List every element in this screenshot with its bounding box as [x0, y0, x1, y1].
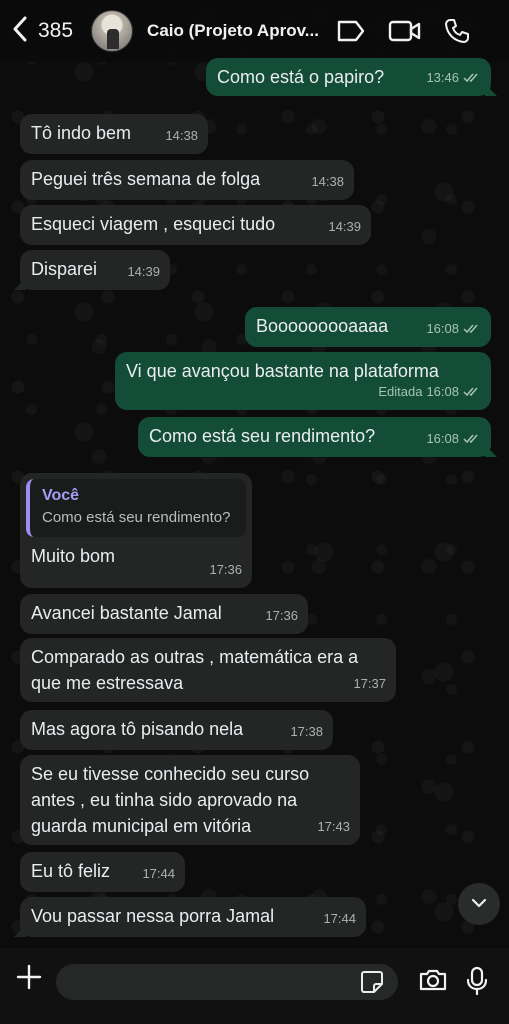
message-meta: 16:08	[426, 316, 481, 342]
message-time: 17:37	[353, 676, 386, 691]
message-meta: 17:44	[142, 861, 175, 887]
microphone-icon[interactable]	[466, 966, 488, 996]
chevron-down-icon	[471, 895, 487, 913]
message-bubble-outgoing[interactable]: Como está seu rendimento? 16:08	[138, 417, 491, 457]
message-bubble-incoming[interactable]: Eu tô feliz 17:44	[20, 852, 185, 892]
message-text: Comparado as outras , matemática era a q…	[31, 647, 359, 693]
double-check-icon	[463, 73, 481, 83]
message-input[interactable]	[56, 964, 398, 1000]
message-meta: 17:36	[209, 557, 242, 583]
edited-label: Editada	[378, 384, 423, 399]
message-time: 14:39	[127, 264, 160, 279]
message-text: Esqueci viagem , esqueci tudo	[31, 214, 276, 234]
quote-author: Você	[42, 487, 80, 504]
video-camera-icon[interactable]	[388, 19, 422, 43]
message-meta: 16:08	[426, 426, 481, 452]
double-check-icon	[463, 434, 481, 444]
message-text: Como está o papiro?	[217, 67, 385, 87]
message-meta: 13:46	[426, 65, 481, 91]
message-text: Como está seu rendimento?	[149, 426, 376, 446]
scroll-to-bottom-button[interactable]	[458, 883, 500, 925]
message-bubble-outgoing[interactable]: Como está o papiro? 13:46	[206, 58, 491, 96]
message-bubble-incoming[interactable]: Se eu tivesse conhecido seu curso antes …	[20, 755, 360, 845]
message-meta: 17:38	[290, 719, 323, 745]
message-meta: 14:39	[328, 214, 361, 240]
message-composer	[0, 948, 509, 1024]
message-meta: 14:38	[311, 169, 344, 195]
unread-count: 385	[38, 19, 74, 42]
message-text: Eu tô feliz	[31, 861, 111, 881]
message-time: 17:36	[209, 562, 242, 577]
message-time: 14:38	[165, 128, 198, 143]
message-meta: 17:43	[317, 814, 350, 840]
message-meta: 17:37	[353, 671, 386, 697]
back-button[interactable]: 385	[12, 11, 73, 51]
message-time: 16:08	[426, 384, 459, 399]
message-text: Avancei bastante Jamal	[31, 603, 222, 623]
message-bubble-outgoing[interactable]: Vi que avançou bastante na plataforma Ed…	[115, 352, 491, 410]
message-time: 17:38	[290, 724, 323, 739]
message-bubble-incoming[interactable]: Vou passar nessa porra Jamal 17:44	[20, 897, 366, 937]
contact-name[interactable]: Caio (Projeto Aprov...	[147, 21, 322, 41]
label-tag-icon[interactable]	[336, 19, 366, 43]
message-meta: 17:36	[265, 603, 298, 629]
message-bubble-incoming[interactable]: Peguei três semana de folga 14:38	[20, 160, 354, 200]
message-meta: 17:44	[323, 906, 356, 932]
quote-text: Como está seu rendimento?	[42, 509, 231, 526]
message-bubble-outgoing[interactable]: Booooooooaaaa 16:08	[245, 307, 491, 347]
message-time: 17:36	[265, 608, 298, 623]
avatar[interactable]	[91, 10, 134, 52]
double-check-icon	[463, 324, 481, 334]
chevron-left-icon	[12, 16, 28, 47]
sticker-icon[interactable]	[360, 970, 384, 994]
message-bubble-incoming[interactable]: Avancei bastante Jamal 17:36	[20, 594, 308, 634]
double-check-icon	[463, 387, 481, 397]
message-text: Tô indo bem	[31, 123, 132, 143]
message-time: 17:43	[317, 819, 350, 834]
message-bubble-incoming-reply[interactable]: Você Como está seu rendimento? Muito bom…	[20, 473, 252, 588]
phone-icon[interactable]	[444, 18, 470, 44]
message-meta: Editada 16:08	[378, 379, 481, 405]
message-text: Mas agora tô pisando nela	[31, 719, 244, 739]
quoted-message[interactable]: Você Como está seu rendimento?	[26, 479, 246, 537]
message-time: 17:44	[142, 866, 175, 881]
message-text: Booooooooaaaa	[256, 316, 389, 336]
message-time: 16:08	[426, 321, 459, 336]
message-time: 14:38	[311, 174, 344, 189]
message-text: Muito bom	[31, 546, 116, 566]
message-time: 13:46	[426, 70, 459, 85]
message-text: Vou passar nessa porra Jamal	[31, 906, 275, 926]
message-bubble-incoming[interactable]: Comparado as outras , matemática era a q…	[20, 638, 396, 702]
message-text: Peguei três semana de folga	[31, 169, 261, 189]
message-bubble-incoming[interactable]: Disparei 14:39	[20, 250, 170, 290]
message-meta: 14:38	[165, 123, 198, 149]
message-time: 16:08	[426, 431, 459, 446]
plus-icon[interactable]	[16, 964, 42, 990]
message-text: Se eu tivesse conhecido seu curso antes …	[31, 764, 310, 836]
message-bubble-incoming[interactable]: Mas agora tô pisando nela 17:38	[20, 710, 333, 750]
chat-header: 385 Caio (Projeto Aprov...	[0, 0, 509, 62]
message-time: 14:39	[328, 219, 361, 234]
message-text: Vi que avançou bastante na plataforma	[126, 361, 439, 381]
message-time: 17:44	[323, 911, 356, 926]
message-meta: 14:39	[127, 259, 160, 285]
message-text: Disparei	[31, 259, 98, 279]
message-bubble-incoming[interactable]: Tô indo bem 14:38	[20, 114, 208, 154]
camera-icon[interactable]	[418, 968, 448, 992]
message-bubble-incoming[interactable]: Esqueci viagem , esqueci tudo 14:39	[20, 205, 371, 245]
